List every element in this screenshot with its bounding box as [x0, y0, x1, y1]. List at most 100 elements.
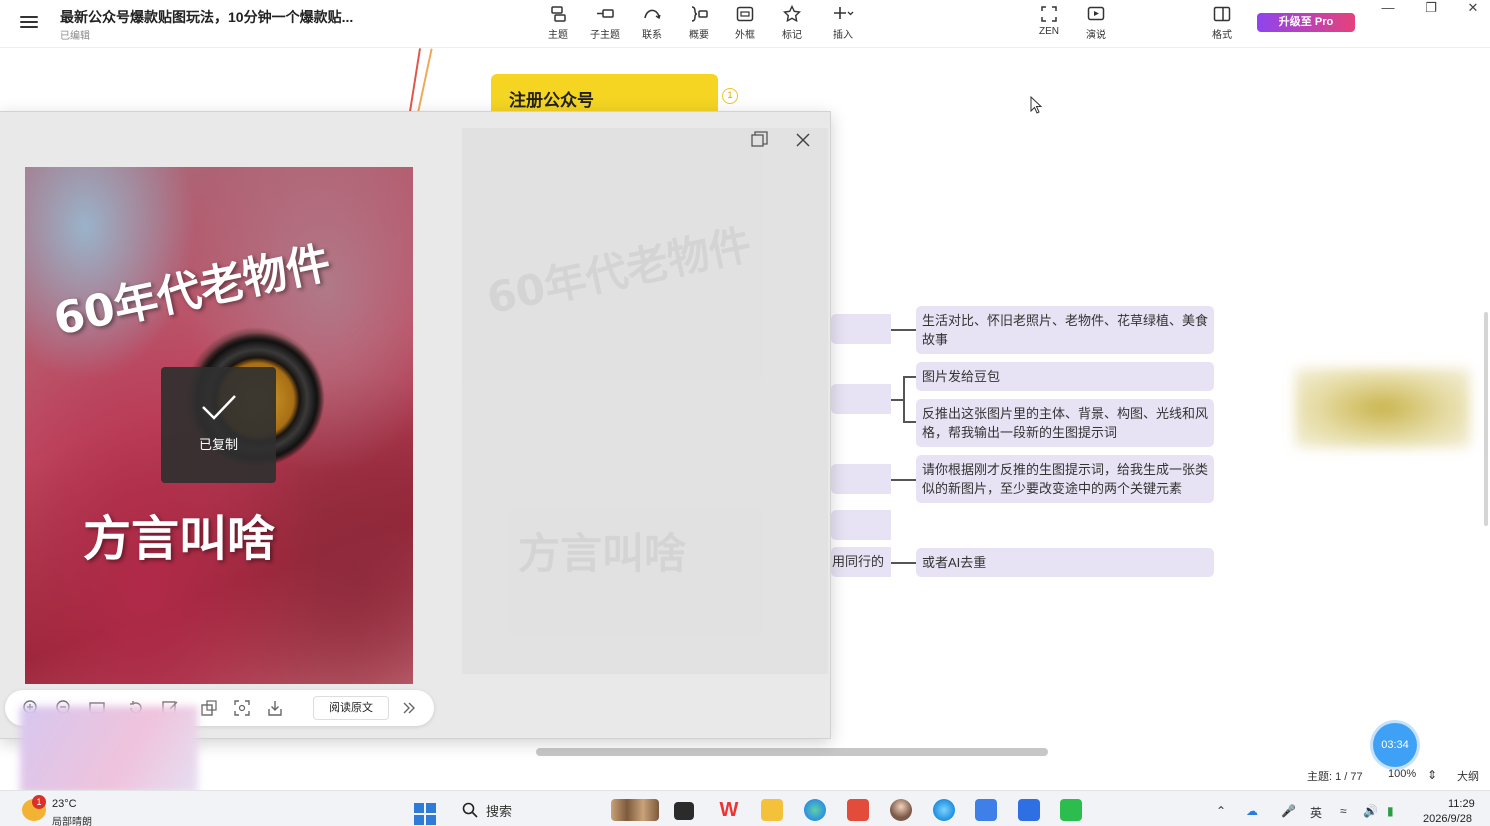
onedrive-cloud-icon[interactable]: ☁: [1246, 804, 1258, 818]
maximize-icon[interactable]: [745, 126, 773, 154]
ghost-photo-subtitle: 方言叫啥: [518, 529, 687, 578]
topic-label: 主题: [548, 30, 568, 41]
subtopic-node-partial[interactable]: 用同行的: [831, 547, 891, 577]
marker-star-icon: [783, 5, 801, 23]
summary-button[interactable]: 概要: [679, 5, 719, 41]
format-label: 格式: [1212, 30, 1232, 41]
ime-indicator[interactable]: 英: [1310, 804, 1322, 821]
blurred-overlay: [20, 706, 198, 794]
photo-subtitle-text: 方言叫啥: [83, 511, 276, 567]
ghost-photo-title: 60年代老物件: [482, 219, 756, 324]
zen-label: ZEN: [1039, 26, 1059, 37]
document-title[interactable]: 最新公众号爆款贴图玩法，10分钟一个爆款贴...: [60, 7, 353, 27]
horizontal-scrollbar[interactable]: [536, 748, 1048, 756]
outline-toggle[interactable]: 大纲: [1457, 768, 1479, 784]
zoom-level[interactable]: 100%: [1388, 768, 1416, 780]
background-preview: 60年代老物件 方言叫啥: [462, 128, 828, 674]
app-thumbnail-icon[interactable]: [611, 799, 659, 821]
taskbar-search[interactable]: 搜索: [458, 799, 598, 821]
avatar-app-icon[interactable]: [890, 799, 912, 821]
copied-toast-label: 已复制: [198, 437, 238, 452]
read-original-button[interactable]: 阅读原文: [313, 696, 389, 720]
topic-button[interactable]: 主题: [538, 5, 578, 41]
mindmap-node[interactable]: 反推出这张图片里的主体、背景、构图、光线和风格，帮我输出一段新的生图提示词: [916, 399, 1214, 447]
status-bar: 主题: 1 / 77 100% ⇕ 大纲: [0, 764, 1490, 786]
vertical-scrollbar[interactable]: [1484, 312, 1488, 526]
marker-button[interactable]: 标记: [772, 5, 812, 41]
file-explorer-icon[interactable]: [761, 799, 783, 821]
connector-line: [903, 376, 917, 378]
pitch-label: 演说: [1086, 30, 1106, 41]
volume-icon[interactable]: 🔊: [1363, 804, 1378, 818]
hamburger-menu-icon[interactable]: [18, 13, 40, 33]
xmind-app-icon[interactable]: [847, 799, 869, 821]
upgrade-pro-button[interactable]: 升级至 Pro: [1257, 13, 1355, 32]
subtopic-button[interactable]: 子主题: [585, 5, 625, 41]
battery-icon[interactable]: ▮: [1387, 804, 1394, 818]
close-window-icon[interactable]: ✕: [1453, 0, 1490, 20]
tray-chevron-up-icon[interactable]: ⌃: [1216, 804, 1226, 818]
connector-line: [891, 479, 917, 481]
relationship-button[interactable]: 联系: [632, 5, 672, 41]
subtopic-node[interactable]: [831, 384, 891, 414]
zoom-stepper-icon[interactable]: ⇕: [1427, 768, 1437, 782]
zen-button[interactable]: ZEN: [1029, 5, 1069, 37]
connector-line: [891, 399, 903, 401]
search-placeholder: 搜索: [486, 804, 513, 819]
checkmark-icon: [201, 395, 236, 420]
format-panel-icon: [1213, 6, 1231, 22]
topic-icon: [551, 6, 566, 22]
summary-label: 概要: [689, 30, 709, 41]
feishu-app-icon[interactable]: [975, 799, 997, 821]
close-viewer-icon[interactable]: [789, 126, 817, 154]
relationship-label: 联系: [642, 30, 662, 41]
connector-line: [903, 376, 905, 421]
clock-time[interactable]: 11:29: [1448, 798, 1475, 810]
summary-icon: [691, 6, 708, 22]
blurred-image-attachment[interactable]: [1295, 368, 1470, 448]
weather-description[interactable]: 局部晴朗: [52, 813, 92, 826]
subtopic-node[interactable]: [831, 510, 891, 540]
insert-button[interactable]: 插入: [823, 5, 863, 41]
connector-line: [903, 421, 917, 423]
subtopic-node[interactable]: [831, 464, 891, 494]
mindmap-node[interactable]: 或者AI去重: [916, 548, 1214, 577]
topic-count: 主题: 1 / 77: [1307, 771, 1363, 783]
download-icon[interactable]: [266, 699, 284, 717]
wifi-icon[interactable]: ≈: [1340, 804, 1347, 818]
terminal-icon[interactable]: [674, 802, 694, 820]
mindmap-node[interactable]: 生活对比、怀旧老照片、老物件、花草绿植、美食故事: [916, 306, 1214, 354]
document-status: 已编辑: [60, 31, 90, 42]
mindmap-node[interactable]: 图片发给豆包: [916, 362, 1214, 391]
translate-icon[interactable]: [200, 699, 218, 717]
format-button[interactable]: 格式: [1202, 5, 1242, 41]
restore-icon[interactable]: ❐: [1411, 0, 1451, 20]
qq-app-icon[interactable]: [933, 799, 955, 821]
mouse-cursor-icon: [1030, 96, 1042, 114]
insert-plus-icon: [834, 7, 854, 19]
connector-line: [891, 562, 917, 564]
recording-timer[interactable]: 03:34: [1373, 723, 1417, 767]
minimize-icon[interactable]: —: [1368, 0, 1408, 20]
boundary-button[interactable]: 外框: [725, 5, 765, 41]
microphone-icon[interactable]: 🎤: [1281, 804, 1296, 818]
topic-number-badge: 1: [722, 88, 738, 104]
edge-browser-icon[interactable]: [804, 799, 826, 821]
zen-fullscreen-icon: [1041, 6, 1057, 22]
windows-taskbar: 1 23°C 局部晴朗 搜索 W ⌃ ☁ 🎤 英 ≈ 🔊 ▮ 11:29 202…: [0, 790, 1490, 826]
root-topic-node[interactable]: 注册公众号: [491, 74, 718, 116]
subtopic-node[interactable]: [831, 314, 891, 344]
boundary-icon: [736, 6, 754, 22]
windows-start-icon[interactable]: [413, 802, 437, 826]
phone-link-icon[interactable]: [1018, 799, 1040, 821]
pitch-button[interactable]: 演说: [1076, 5, 1116, 41]
mindmap-node[interactable]: 请你根据刚才反推的生图提示词，给我生成一张类似的新图片，至少要改变途中的两个关键…: [916, 455, 1214, 503]
connector-line: [891, 329, 917, 331]
weather-temperature[interactable]: 23°C: [52, 798, 77, 810]
wps-office-icon[interactable]: W: [718, 799, 740, 821]
screenshot-icon[interactable]: [233, 699, 251, 717]
insert-label: 插入: [833, 30, 853, 41]
more-chevron-icon[interactable]: [400, 699, 418, 717]
clock-date[interactable]: 2026/9/28: [1423, 813, 1472, 825]
wechat-icon[interactable]: [1060, 799, 1082, 821]
